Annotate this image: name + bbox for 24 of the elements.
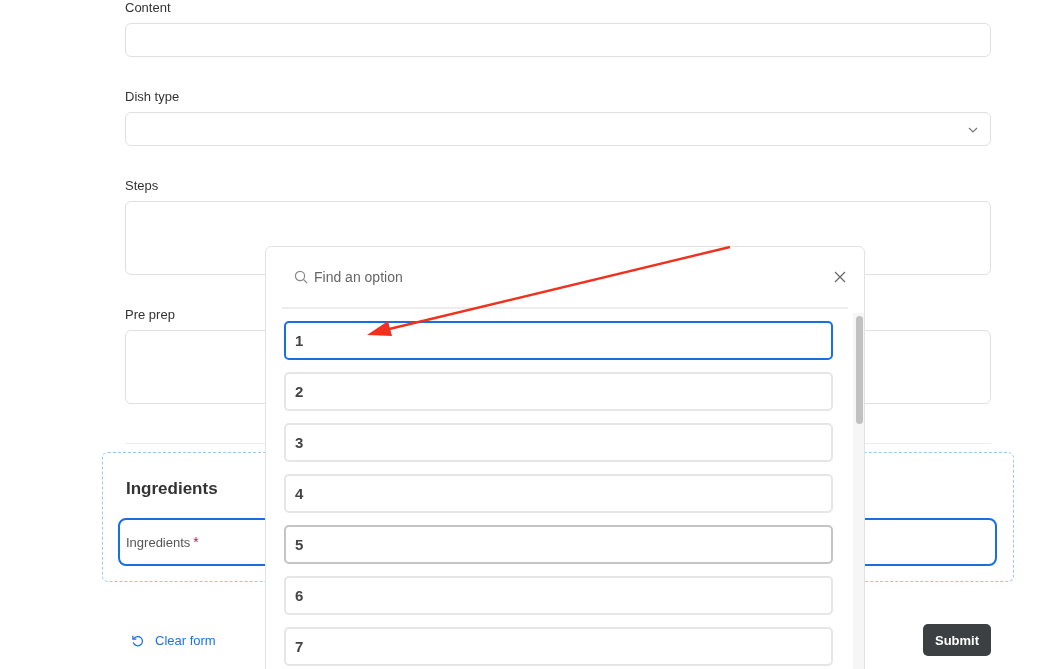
option-item[interactable]: 7 — [284, 627, 833, 666]
scrollbar[interactable] — [853, 313, 864, 669]
option-item[interactable]: 6 — [284, 576, 833, 615]
option-item[interactable]: 1 — [284, 321, 833, 360]
option-item[interactable]: 4 — [284, 474, 833, 513]
search-icon — [294, 270, 308, 284]
text-input-field[interactable] — [125, 23, 991, 57]
option-item[interactable]: 3 — [284, 423, 833, 462]
clear-form-link[interactable]: Clear form — [131, 632, 216, 648]
field-label: Ingredients — [126, 534, 191, 550]
scrollbar-thumb[interactable] — [856, 316, 863, 424]
required-mark: * — [193, 534, 199, 550]
field-label: Dish type — [125, 89, 181, 105]
reset-icon — [131, 633, 144, 647]
field-label: Content — [125, 0, 172, 16]
chevron-down-icon — [968, 127, 978, 133]
field-label: Steps — [125, 178, 160, 194]
close-icon[interactable] — [834, 271, 846, 283]
option-item[interactable]: 5 — [284, 525, 833, 564]
section-heading: Ingredients — [126, 479, 218, 500]
submit-button[interactable]: Submit — [923, 624, 991, 656]
field-label: Pre prep — [125, 307, 176, 323]
option-item[interactable]: 2 — [284, 372, 833, 411]
select-field[interactable] — [125, 112, 991, 146]
